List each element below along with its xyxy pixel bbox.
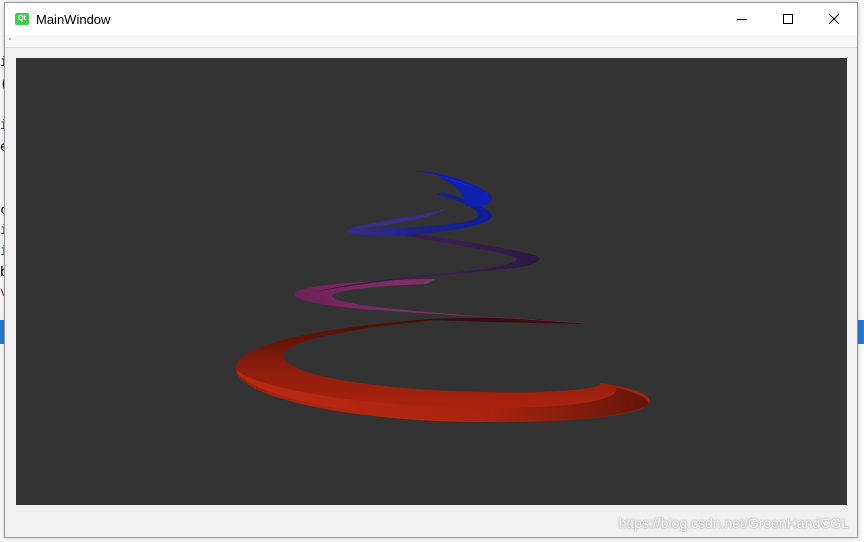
close-button[interactable] <box>811 3 857 35</box>
window-title: MainWindow <box>36 11 111 27</box>
helix-band-top <box>414 170 493 207</box>
menu-grip-icon <box>9 38 11 40</box>
menu-bar[interactable] <box>5 35 857 48</box>
status-bar: https://blog.csdn.net/GreenHandCGL <box>5 505 857 537</box>
window-controls <box>719 3 857 35</box>
minimize-button[interactable] <box>719 3 765 35</box>
qt-logo-icon: Qt <box>15 13 29 25</box>
main-window: Qt MainWindow https://blog.csdn.net/Gree… <box>4 2 858 538</box>
opengl-viewport[interactable] <box>16 58 847 505</box>
close-icon <box>829 14 839 24</box>
helix-render <box>235 170 650 423</box>
watermark-text: https://blog.csdn.net/GreenHandCGL <box>618 515 849 531</box>
minimize-icon <box>737 19 747 20</box>
maximize-icon <box>783 14 793 24</box>
helix-band-lower-middle <box>294 279 592 324</box>
title-bar[interactable]: Qt MainWindow <box>5 3 857 35</box>
helix-band-connector <box>416 317 592 324</box>
maximize-button[interactable] <box>765 3 811 35</box>
